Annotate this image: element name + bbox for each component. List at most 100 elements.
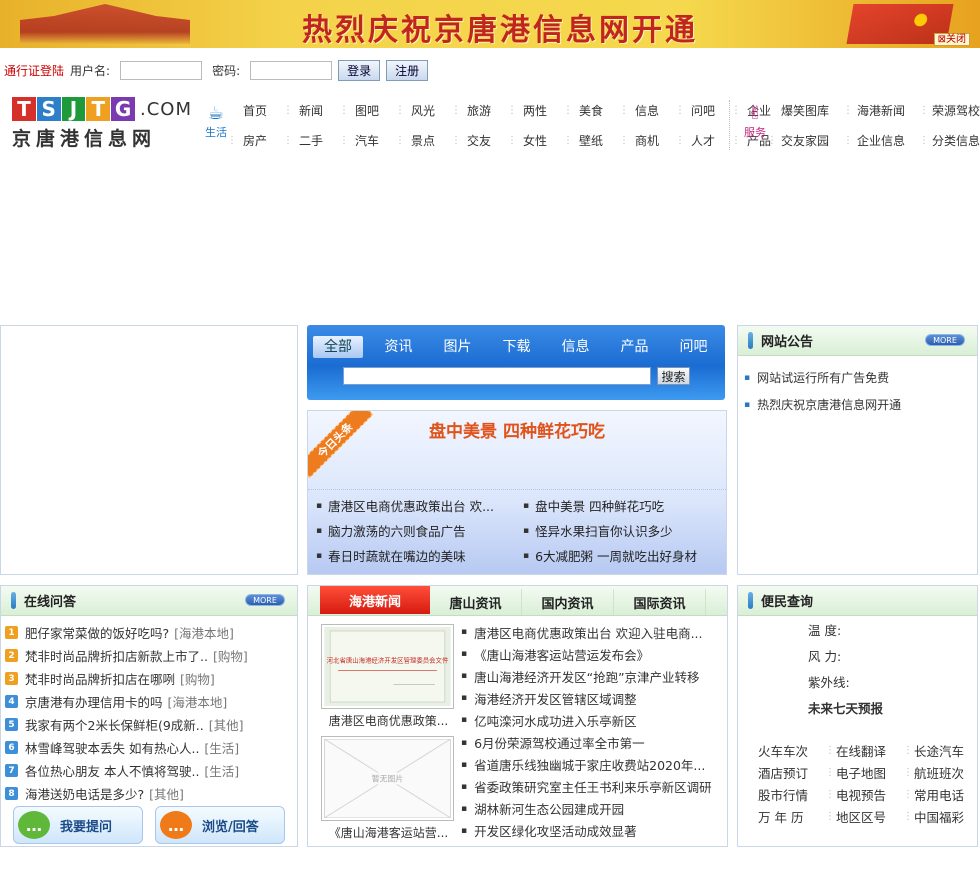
- qa-item[interactable]: 1 肥仔家常菜做的饭好吃吗? [海港本地]: [5, 621, 297, 644]
- search-tab[interactable]: 产品: [605, 336, 664, 358]
- search-button[interactable]: 搜索: [657, 367, 690, 385]
- bullet-icon: ▪: [744, 399, 751, 410]
- headline-item[interactable]: ▪ 盘中美景 四种鲜花巧吃: [523, 493, 723, 518]
- news-item[interactable]: ▪ 湖林新河生态公园建成开园: [461, 798, 723, 820]
- notice-item[interactable]: ▪ 热烈庆祝京唐港信息网开通: [744, 391, 977, 418]
- search-tab[interactable]: 图片: [428, 336, 487, 358]
- bullet-icon: ▪: [461, 627, 468, 638]
- news-thumbnail-1[interactable]: 河北省唐山海港经济开发区管理委员会文件: [321, 624, 454, 709]
- seven-day-forecast-link[interactable]: 未来七天预报: [808, 694, 883, 720]
- headline-item[interactable]: ▪ 怪异水果扫盲你认识多少: [523, 518, 723, 543]
- nav-link[interactable]: 图吧: [355, 102, 379, 119]
- username-input[interactable]: [120, 60, 203, 80]
- news-item[interactable]: ▪ 开发区绿化攻坚活动成效显著: [461, 820, 723, 842]
- ask-question-button[interactable]: … 我要提问: [13, 806, 143, 844]
- headline-title[interactable]: 盘中美景 四种鲜花巧吃: [308, 417, 726, 442]
- headline-item[interactable]: ▪ 春日时蔬就在嘴边的美味: [316, 543, 523, 568]
- convenience-link[interactable]: 火车车次: [756, 739, 834, 761]
- bullet-icon: ▪: [316, 525, 323, 536]
- news-item[interactable]: ▪ 海港经济开发区管辖区域调整: [461, 687, 723, 709]
- nav-link[interactable]: 荣源驾校: [932, 102, 980, 119]
- news-item[interactable]: ▪ 省道唐乐线独幽城于家庄收费站2020年...: [461, 754, 723, 776]
- register-button[interactable]: 注册: [386, 59, 429, 81]
- news-tab[interactable]: 国际资讯: [614, 589, 706, 615]
- news-item[interactable]: ▪ 6月份荣源驾校通过率全市第一: [461, 731, 723, 753]
- convenience-link[interactable]: 地区区号: [825, 805, 912, 827]
- notice-more-button[interactable]: MORE: [925, 334, 965, 346]
- nav-link[interactable]: 女性: [523, 132, 547, 149]
- news-tab[interactable]: 国内资讯: [522, 589, 614, 615]
- convenience-link[interactable]: 在线翻译: [825, 739, 912, 761]
- convenience-link[interactable]: 电视预告: [825, 783, 912, 805]
- site-logo[interactable]: T S J T G .COM 京唐港信息网: [12, 97, 192, 153]
- nav-link[interactable]: 海港新闻: [857, 102, 905, 119]
- qa-item[interactable]: 8 海港送奶电话是多少? [其他]: [5, 782, 297, 805]
- nav-link[interactable]: 房产: [243, 132, 267, 149]
- qa-item[interactable]: 5 我家有两个2米长保鲜柜(9成新.. [其他]: [5, 713, 297, 736]
- search-tab[interactable]: 资讯: [369, 336, 428, 358]
- news-tab[interactable]: 唐山资讯: [430, 589, 522, 615]
- search-tab[interactable]: 下载: [487, 336, 546, 358]
- convenience-link[interactable]: 电子地图: [825, 761, 912, 783]
- news-item-text: 唐港区电商优惠政策出台 欢迎入驻电商...: [474, 625, 703, 641]
- nav-link[interactable]: 爆笑图库: [781, 102, 829, 119]
- qa-item[interactable]: 4 京唐港有办理信用卡的吗 [海港本地]: [5, 690, 297, 713]
- nav-link[interactable]: 首页: [243, 102, 267, 119]
- nav-link[interactable]: 人才: [691, 132, 715, 149]
- headline-item[interactable]: ▪ 6大减肥粥 一周就吃出好身材: [523, 543, 723, 568]
- news-item[interactable]: ▪ 《唐山海港客运站营运发布会》: [461, 643, 723, 665]
- nav-link[interactable]: 问吧: [691, 102, 715, 119]
- nav-link[interactable]: 汽车: [355, 132, 379, 149]
- qa-item[interactable]: 7 各位热心朋友 本人不慎将驾驶.. [生活]: [5, 759, 297, 782]
- search-tab[interactable]: 信息: [546, 336, 605, 358]
- qa-item[interactable]: 2 梵非时尚品牌折扣店新款上市了.. [购物]: [5, 644, 297, 667]
- nav-link[interactable]: 商机: [635, 132, 659, 149]
- top-banner[interactable]: 热烈庆祝京唐港信息网开通 ⊠关闭: [0, 0, 980, 48]
- convenience-link[interactable]: 航班班次: [903, 761, 972, 783]
- convenience-link[interactable]: 中国福彩: [903, 805, 972, 827]
- search-tab[interactable]: 问吧: [664, 336, 723, 358]
- news-thumbnail-1-caption[interactable]: 唐港区电商优惠政策...: [321, 712, 456, 729]
- news-item[interactable]: ▪ 省委政策研究室主任王书利来乐亭新区调研: [461, 776, 723, 798]
- convenience-link[interactable]: 股市行情: [756, 783, 834, 805]
- convenience-link[interactable]: 常用电话: [903, 783, 972, 805]
- nav-link[interactable]: 新闻: [299, 102, 323, 119]
- nav-link[interactable]: 壁纸: [579, 132, 603, 149]
- nav-link[interactable]: 分类信息: [932, 132, 980, 149]
- qa-more-button[interactable]: MORE: [245, 594, 285, 606]
- headline-item[interactable]: ▪ 脑力激荡的六则食品广告: [316, 518, 523, 543]
- news-item[interactable]: ▪ 唐山海港经济开发区“抢跑”京津产业转移: [461, 665, 723, 687]
- nav-link[interactable]: 信息: [635, 102, 659, 119]
- nav-link[interactable]: 风光: [411, 102, 435, 119]
- nav-link[interactable]: 二手: [299, 132, 323, 149]
- search-tab[interactable]: 全部: [313, 336, 363, 358]
- convenience-link[interactable]: 酒店预订: [756, 761, 834, 783]
- login-button[interactable]: 登录: [338, 59, 381, 81]
- search-input[interactable]: [343, 367, 651, 385]
- news-item-text: 《唐山海港客运站营运发布会》: [474, 647, 650, 663]
- notice-item[interactable]: ▪ 网站试运行所有广告免费: [744, 364, 977, 391]
- banner-close-button[interactable]: ⊠关闭: [933, 33, 970, 46]
- nav-link[interactable]: 交友家园: [781, 132, 829, 149]
- qa-item[interactable]: 6 林雪峰驾驶本丢失 如有热心人.. [生活]: [5, 736, 297, 759]
- news-item[interactable]: ▪ 亿吨滦河水成功进入乐亭新区: [461, 709, 723, 731]
- headline-list: ▪ 唐港区电商优惠政策出台 欢... ▪ 盘中美景 四种鲜花巧吃 ▪ 脑力激荡的六则食品广…: [316, 493, 723, 568]
- convenience-link[interactable]: 万 年 历: [756, 805, 834, 827]
- nav-item: 汽车: [339, 128, 392, 152]
- browse-answer-button[interactable]: … 浏览/回答: [155, 806, 285, 844]
- nav-link[interactable]: 旅游: [467, 102, 491, 119]
- headline-item[interactable]: ▪ 唐港区电商优惠政策出台 欢...: [316, 493, 523, 518]
- news-thumbnail-2[interactable]: 暂无图片: [321, 736, 454, 821]
- convenience-link[interactable]: 长途汽车: [903, 739, 972, 761]
- nav-link[interactable]: 景点: [411, 132, 435, 149]
- nav-link[interactable]: 两性: [523, 102, 547, 119]
- news-tab[interactable]: 海港新闻: [320, 586, 430, 614]
- qa-item[interactable]: 3 梵非时尚品牌折扣店在哪咧 [购物]: [5, 667, 297, 690]
- service-section: ✌ 服务: [740, 104, 770, 140]
- password-input[interactable]: [250, 60, 333, 80]
- news-thumbnail-2-caption[interactable]: 《唐山海港客运站营...: [321, 824, 456, 841]
- news-item[interactable]: ▪ 唐港区电商优惠政策出台 欢迎入驻电商...: [461, 621, 723, 643]
- nav-link[interactable]: 美食: [579, 102, 603, 119]
- nav-link[interactable]: 交友: [467, 132, 491, 149]
- nav-link[interactable]: 企业信息: [857, 132, 905, 149]
